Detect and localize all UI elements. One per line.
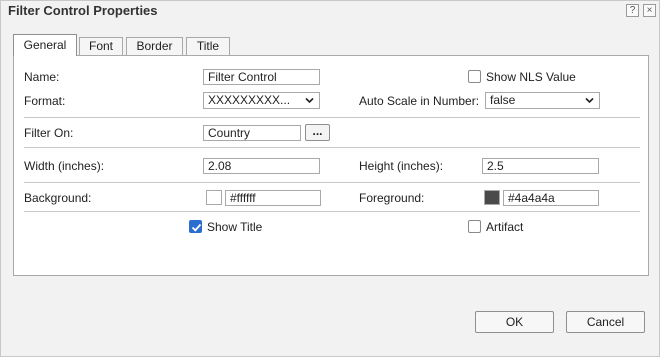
background-color-field[interactable]: #ffffff (225, 190, 321, 206)
auto-scale-select[interactable]: false (485, 92, 600, 109)
chevron-down-icon (305, 97, 314, 104)
width-field[interactable]: 2.08 (203, 158, 320, 174)
tab-title[interactable]: Title (186, 37, 230, 56)
show-title-checkbox[interactable] (189, 220, 202, 233)
show-nls-checkbox[interactable] (468, 70, 481, 83)
foreground-label: Foreground: (359, 191, 425, 205)
format-select[interactable]: XXXXXXXXX... (203, 92, 320, 109)
ok-button[interactable]: OK (475, 311, 554, 333)
background-label: Background: (24, 191, 92, 205)
artifact-label: Artifact (486, 220, 524, 234)
divider (24, 147, 640, 148)
filter-on-field[interactable]: Country (203, 125, 301, 141)
background-color-swatch[interactable] (206, 190, 222, 205)
height-field[interactable]: 2.5 (482, 158, 599, 174)
show-title-label: Show Title (207, 220, 263, 234)
general-panel: Name: Filter Control Show NLS Value Form… (13, 55, 649, 276)
format-label: Format: (24, 94, 66, 108)
filter-control-properties-dialog: Filter Control Properties ? × General Fo… (0, 0, 660, 357)
title-bar: Filter Control Properties ? × (1, 1, 659, 21)
auto-scale-label: Auto Scale in Number: (359, 94, 480, 108)
format-select-value: XXXXXXXXX... (208, 93, 291, 107)
browse-button[interactable]: ... (305, 124, 330, 141)
foreground-color-field[interactable]: #4a4a4a (503, 190, 599, 206)
artifact-checkbox[interactable] (468, 220, 481, 233)
width-label: Width (inches): (24, 159, 105, 173)
divider (24, 117, 640, 118)
divider (24, 182, 640, 183)
chevron-down-icon (585, 97, 594, 104)
tab-font[interactable]: Font (79, 37, 123, 56)
name-label: Name: (24, 70, 60, 84)
cancel-button[interactable]: Cancel (566, 311, 645, 333)
show-nls-label: Show NLS Value (486, 70, 576, 84)
foreground-color-swatch[interactable] (484, 190, 500, 205)
name-field[interactable]: Filter Control (203, 69, 320, 85)
checkmark-icon (191, 223, 202, 232)
help-button[interactable]: ? (626, 4, 639, 17)
filter-on-label: Filter On: (24, 126, 74, 140)
dialog-title: Filter Control Properties (8, 3, 158, 18)
close-button[interactable]: × (643, 4, 656, 17)
auto-scale-select-value: false (490, 93, 516, 107)
divider (24, 211, 640, 212)
tab-border[interactable]: Border (126, 37, 183, 56)
height-label: Height (inches): (359, 159, 444, 173)
tab-general[interactable]: General (13, 34, 77, 56)
